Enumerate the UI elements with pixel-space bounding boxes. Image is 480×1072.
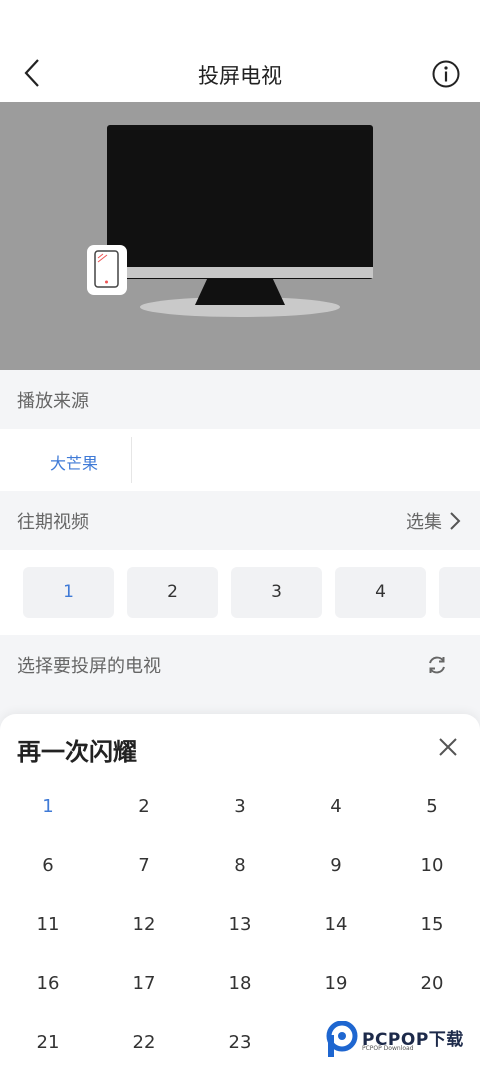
info-button[interactable] bbox=[430, 58, 462, 90]
episode-grid-item[interactable]: 3 bbox=[210, 792, 270, 822]
episode-grid-item[interactable]: 11 bbox=[18, 910, 78, 940]
pcpop-logo-icon bbox=[326, 1020, 358, 1057]
episode-grid-item[interactable]: 17 bbox=[114, 969, 174, 999]
select-episode-link[interactable]: 选集 bbox=[406, 508, 462, 534]
cast-preview bbox=[0, 102, 480, 370]
watermark-subtext: PCPOP Download bbox=[362, 1045, 414, 1052]
tv-section-label: 选择要投屏的电视 bbox=[17, 656, 161, 677]
episode-grid-item[interactable]: 21 bbox=[18, 1028, 78, 1058]
episode-grid-item[interactable]: 14 bbox=[306, 910, 366, 940]
episode-grid-item[interactable]: 20 bbox=[402, 969, 462, 999]
episodes-section-label: 往期视频 bbox=[17, 512, 89, 533]
source-section-label: 播放来源 bbox=[17, 391, 89, 412]
episode-grid-item[interactable]: 19 bbox=[306, 969, 366, 999]
select-episode-label: 选集 bbox=[406, 512, 442, 533]
source-section-header: 播放来源 bbox=[0, 370, 480, 428]
divider bbox=[131, 437, 132, 483]
page-title: 投屏电视 bbox=[198, 64, 282, 88]
episode-grid-item[interactable]: 13 bbox=[210, 910, 270, 940]
episode-grid-item[interactable]: 1 bbox=[18, 792, 78, 822]
episode-button-2[interactable]: 2 bbox=[127, 567, 218, 618]
episode-grid-item[interactable]: 10 bbox=[402, 851, 462, 881]
refresh-button[interactable] bbox=[426, 654, 448, 676]
episode-grid-item[interactable]: 8 bbox=[210, 851, 270, 881]
info-icon bbox=[432, 60, 460, 88]
episode-sheet: 再一次闪耀 1 2 3 4 5 6 7 8 9 10 11 12 13 14 15 16 17 18 19 20 21 2… bbox=[0, 714, 480, 1072]
episode-strip: 1 2 3 4 bbox=[0, 550, 480, 635]
episode-grid-item[interactable]: 4 bbox=[306, 792, 366, 822]
episode-grid-item[interactable]: 12 bbox=[114, 910, 174, 940]
episode-grid-item[interactable]: 5 bbox=[402, 792, 462, 822]
episode-grid-item[interactable]: 6 bbox=[18, 851, 78, 881]
source-list: 大芒果 bbox=[0, 429, 480, 491]
source-item-dmg[interactable]: 大芒果 bbox=[50, 450, 98, 474]
episode-grid-item[interactable]: 2 bbox=[114, 792, 174, 822]
tv-illustration bbox=[87, 125, 373, 317]
episode-button-3[interactable]: 3 bbox=[231, 567, 322, 618]
episode-grid-item[interactable]: 7 bbox=[114, 851, 174, 881]
close-button[interactable] bbox=[436, 735, 460, 759]
refresh-icon bbox=[429, 656, 445, 674]
chevron-right-icon bbox=[450, 512, 461, 530]
close-icon bbox=[439, 738, 457, 756]
episode-button-1[interactable]: 1 bbox=[23, 567, 114, 618]
episode-grid-item[interactable]: 16 bbox=[18, 969, 78, 999]
tv-section-header: 选择要投屏的电视 bbox=[0, 635, 480, 693]
sheet-title: 再一次闪耀 bbox=[17, 738, 137, 766]
episode-grid-item[interactable]: 22 bbox=[114, 1028, 174, 1058]
watermark: PCPOP下载 PCPOP Download bbox=[326, 1020, 476, 1061]
episode-grid-item[interactable]: 23 bbox=[210, 1028, 270, 1058]
episode-button-4[interactable]: 4 bbox=[335, 567, 426, 618]
episode-grid-item[interactable]: 18 bbox=[210, 969, 270, 999]
top-bar: 投屏电视 bbox=[0, 0, 480, 102]
episode-button-partial[interactable] bbox=[439, 567, 480, 618]
episode-grid-item[interactable]: 9 bbox=[306, 851, 366, 881]
episodes-section-header: 往期视频 选集 bbox=[0, 491, 480, 549]
episode-grid-item[interactable]: 15 bbox=[402, 910, 462, 940]
